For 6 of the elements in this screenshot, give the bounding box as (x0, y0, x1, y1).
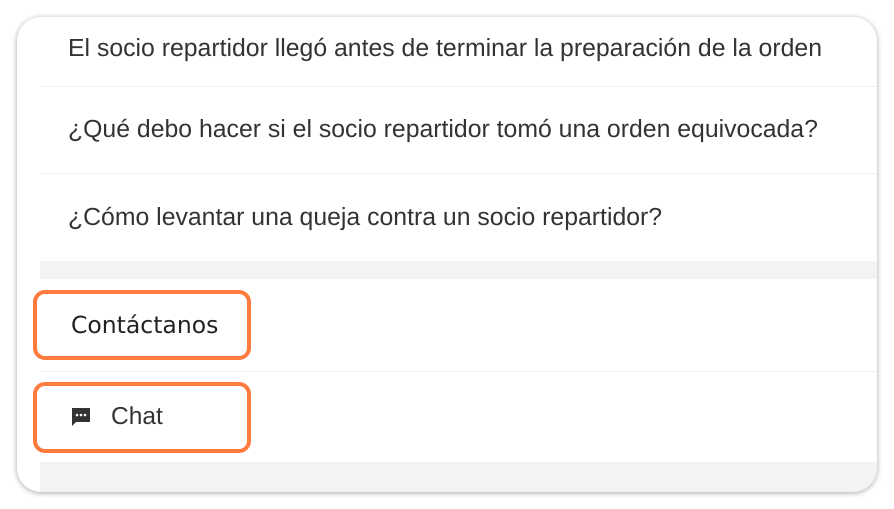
question-link[interactable]: El socio repartidor llegó antes de terminar la preparación de la orden (68, 35, 822, 64)
contact-heading: Contáctanos (33, 290, 251, 360)
chat-button[interactable]: Chat (33, 382, 251, 452)
question-link[interactable]: ¿Cómo levantar una queja contra un socio repartidor? (68, 204, 662, 232)
chat-icon (69, 405, 93, 429)
question-link[interactable]: ¿Qué debo hacer si el socio repartidor tomó una orden equivocada? (68, 116, 818, 144)
